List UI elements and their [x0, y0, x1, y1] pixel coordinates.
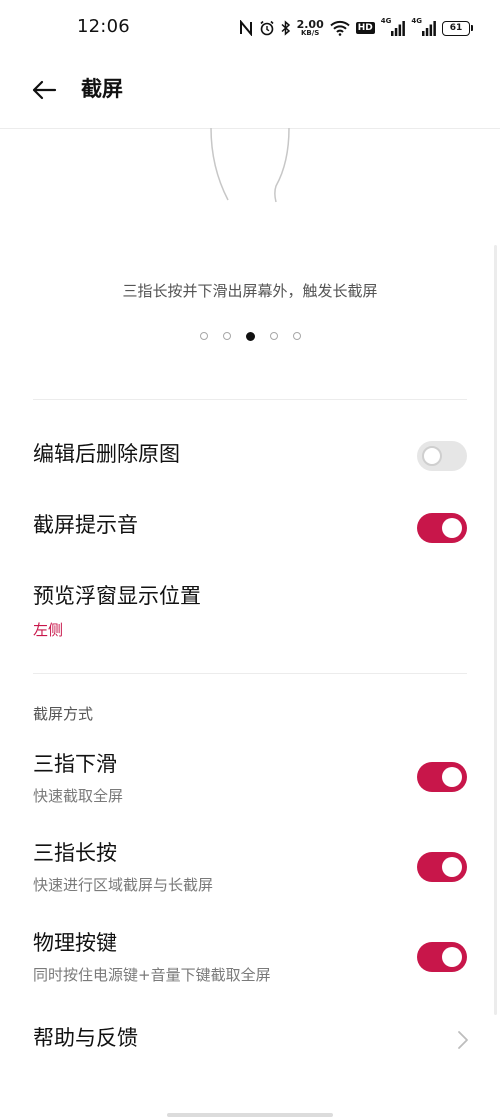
status-time: 12:06	[77, 16, 130, 37]
page-dot[interactable]	[199, 332, 208, 340]
scrollbar[interactable]	[494, 245, 497, 1015]
setting-row-delete-after-edit[interactable]: 编辑后删除原图	[33, 442, 467, 467]
setting-description: 快速截取全屏	[33, 787, 124, 806]
setting-label: 预览浮窗显示位置	[33, 584, 201, 608]
toggle-knob	[442, 857, 462, 877]
toggle-knob	[442, 518, 462, 538]
status-icons: 2.00 KB/S HD 4G 4G 61	[239, 16, 473, 40]
screenshot-sound-toggle[interactable]	[417, 513, 467, 543]
status-bar: 12:06 2.00 KB/S HD 4G 4G 61	[0, 0, 500, 56]
setting-description: 同时按住电源键+音量下键截取全屏	[33, 966, 271, 985]
physical-keys-toggle[interactable]	[417, 942, 467, 972]
setting-row-preview-position[interactable]: 预览浮窗显示位置 左侧	[33, 584, 467, 640]
hd-label: HD	[355, 22, 375, 34]
nfc-icon	[239, 17, 253, 39]
help-feedback-label: 帮助与反馈	[33, 1026, 138, 1050]
tutorial-caption: 三指长按并下滑出屏幕外，触发长截屏	[122, 282, 378, 300]
setting-label: 编辑后删除原图	[33, 442, 180, 466]
network-speed: 2.00 KB/S	[297, 19, 324, 37]
page-dot-active[interactable]	[245, 332, 255, 341]
setting-label: 三指下滑	[33, 752, 117, 776]
help-feedback-row[interactable]: 帮助与反馈	[33, 1026, 467, 1051]
setting-row-three-finger-swipe[interactable]: 三指下滑 快速截取全屏	[33, 752, 467, 806]
back-button[interactable]	[26, 72, 62, 108]
chevron-right-icon	[458, 1031, 468, 1049]
gesture-illustration	[210, 128, 290, 203]
page-dot[interactable]	[292, 332, 301, 340]
toggle-knob	[442, 947, 462, 967]
signal-icon-sim1: 4G	[381, 17, 406, 39]
toggle-knob	[422, 446, 442, 466]
hd-icon: HD	[355, 17, 375, 39]
page-dot[interactable]	[269, 332, 278, 340]
setting-label: 三指长按	[33, 841, 117, 865]
page-dot[interactable]	[222, 332, 231, 340]
page-title: 截屏	[81, 77, 123, 101]
setting-row-three-finger-hold[interactable]: 三指长按 快速进行区域截屏与长截屏	[33, 841, 467, 895]
signal-sim2-label: 4G	[411, 17, 422, 25]
home-indicator[interactable]	[167, 1113, 333, 1117]
back-arrow-icon	[32, 80, 57, 100]
divider	[33, 399, 467, 400]
app-header: 截屏	[0, 56, 500, 129]
signal-icon-sim2: 4G	[411, 17, 436, 39]
delete-after-edit-toggle[interactable]	[417, 441, 467, 471]
setting-label: 物理按键	[33, 931, 117, 955]
divider	[33, 673, 467, 674]
setting-row-screenshot-sound[interactable]: 截屏提示音	[33, 513, 467, 538]
preview-position-value: 左侧	[33, 621, 64, 640]
setting-row-physical-keys[interactable]: 物理按键 同时按住电源键+音量下键截取全屏	[33, 931, 467, 985]
section-header: 截屏方式	[33, 705, 94, 723]
three-finger-hold-toggle[interactable]	[417, 852, 467, 882]
toggle-knob	[442, 767, 462, 787]
page-indicator	[0, 332, 500, 341]
battery-icon: 61	[442, 20, 473, 36]
alarm-icon	[259, 17, 275, 39]
bluetooth-icon	[281, 17, 291, 39]
network-speed-unit: KB/S	[300, 29, 320, 37]
signal-sim1-label: 4G	[380, 17, 392, 25]
wifi-icon	[330, 17, 350, 39]
three-finger-swipe-toggle[interactable]	[417, 762, 467, 792]
setting-description: 快速进行区域截屏与长截屏	[33, 876, 214, 895]
setting-label: 截屏提示音	[33, 513, 138, 537]
